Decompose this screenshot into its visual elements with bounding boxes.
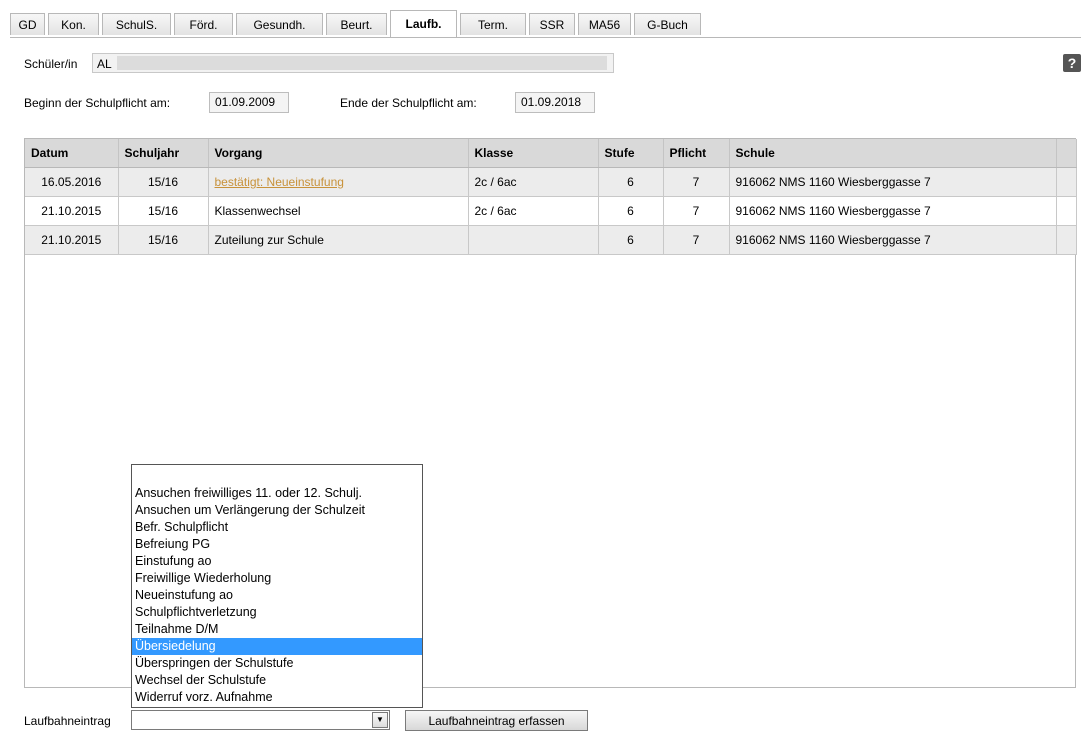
- cell-klasse: [468, 225, 599, 255]
- dropdown-option[interactable]: Befr. Schulpflicht: [132, 519, 422, 536]
- student-name: AL: [97, 57, 112, 71]
- column-header-vorgang[interactable]: Vorgang: [208, 139, 469, 168]
- dropdown-option-highlighted[interactable]: Übersiedelung: [132, 638, 422, 655]
- cell-klasse: 2c / 6ac: [468, 167, 599, 197]
- schulpflicht-end-date: 01.09.2018: [515, 92, 595, 113]
- dropdown-option[interactable]: Einstufung ao: [132, 553, 422, 570]
- cell-datum: 21.10.2015: [25, 225, 119, 255]
- dropdown-option[interactable]: Teilnahme D/M: [132, 621, 422, 638]
- schulpflicht-begin-label: Beginn der Schulpflicht am:: [24, 96, 171, 110]
- cell-datum: 21.10.2015: [25, 196, 119, 226]
- column-header-stufe[interactable]: Stufe: [598, 139, 664, 168]
- student-label: Schüler/in: [24, 57, 78, 71]
- column-header-schuljahr[interactable]: Schuljahr: [118, 139, 209, 168]
- tab-ssr[interactable]: SSR: [529, 13, 575, 35]
- dropdown-option[interactable]: Wechsel der Schulstufe: [132, 672, 422, 689]
- table-row[interactable]: 21.10.2015 15/16 Zuteilung zur Schule 6 …: [25, 225, 1077, 255]
- table-row[interactable]: 21.10.2015 15/16 Klassenwechsel 2c / 6ac…: [25, 196, 1077, 226]
- cell-stufe: 6: [598, 196, 664, 226]
- column-header-schule[interactable]: Schule: [729, 139, 1057, 168]
- tab-bar: GD Kon. SchulS. Förd. Gesundh. Beurt. La…: [10, 10, 1081, 38]
- redacted-mask: [117, 56, 607, 70]
- laufbahneintrag-options-list: Ansuchen freiwilliges 11. oder 12. Schul…: [131, 464, 423, 708]
- student-field: AL: [92, 53, 614, 73]
- dropdown-option[interactable]: Überspringen der Schulstufe: [132, 655, 422, 672]
- laufbahn-table: Datum Schuljahr Vorgang Klasse Stufe Pfl…: [25, 139, 1077, 255]
- dropdown-option[interactable]: Befreiung PG: [132, 536, 422, 553]
- cell-pflicht: 7: [663, 167, 730, 197]
- column-header-pflicht[interactable]: Pflicht: [663, 139, 730, 168]
- cell-pflicht: 7: [663, 196, 730, 226]
- column-header-klasse[interactable]: Klasse: [468, 139, 599, 168]
- column-header-spacer: [1056, 139, 1077, 168]
- tab-gd[interactable]: GD: [10, 13, 45, 35]
- cell-schuljahr: 15/16: [118, 225, 209, 255]
- tab-laufb[interactable]: Laufb.: [390, 10, 457, 37]
- dropdown-option[interactable]: Ansuchen um Verlängerung der Schulzeit: [132, 502, 422, 519]
- schulpflicht-begin-date: 01.09.2009: [209, 92, 289, 113]
- help-icon[interactable]: ?: [1063, 54, 1081, 72]
- dropdown-option[interactable]: Freiwillige Wiederholung: [132, 570, 422, 587]
- tab-gesundh[interactable]: Gesundh.: [236, 13, 323, 35]
- cell-vorgang: Zuteilung zur Schule: [208, 225, 469, 255]
- tab-kon[interactable]: Kon.: [48, 13, 99, 35]
- dropdown-option[interactable]: Widerruf vorz. Aufnahme: [132, 689, 422, 706]
- tab-beurt[interactable]: Beurt.: [326, 13, 387, 35]
- table-header-row: Datum Schuljahr Vorgang Klasse Stufe Pfl…: [25, 139, 1077, 168]
- schulpflicht-end-label: Ende der Schulpflicht am:: [340, 96, 477, 110]
- tab-foerd[interactable]: Förd.: [174, 13, 233, 35]
- cell-schule: 916062 NMS 1160 Wiesberggasse 7: [729, 167, 1057, 197]
- vorgang-link[interactable]: bestätigt: Neueinstufung: [215, 175, 344, 189]
- table-row[interactable]: 16.05.2016 15/16 bestätigt: Neueinstufun…: [25, 167, 1077, 197]
- tab-g-buch[interactable]: G-Buch: [634, 13, 701, 35]
- dropdown-option[interactable]: Ansuchen freiwilliges 11. oder 12. Schul…: [132, 485, 422, 502]
- dropdown-option[interactable]: Neueinstufung ao: [132, 587, 422, 604]
- cell-schuljahr: 15/16: [118, 167, 209, 197]
- dropdown-option[interactable]: Schulpflichtverletzung: [132, 604, 422, 621]
- cell-vorgang: bestätigt: Neueinstufung: [208, 167, 469, 197]
- tab-term[interactable]: Term.: [460, 13, 526, 35]
- cell-klasse: 2c / 6ac: [468, 196, 599, 226]
- cell-schuljahr: 15/16: [118, 196, 209, 226]
- cell-schule: 916062 NMS 1160 Wiesberggasse 7: [729, 196, 1057, 226]
- column-header-datum[interactable]: Datum: [25, 139, 119, 168]
- cell-stufe: 6: [598, 225, 664, 255]
- laufbahneintrag-label: Laufbahneintrag: [24, 714, 111, 728]
- cell-schule: 916062 NMS 1160 Wiesberggasse 7: [729, 225, 1057, 255]
- tab-ma56[interactable]: MA56: [578, 13, 631, 35]
- chevron-down-icon[interactable]: ▼: [372, 712, 388, 728]
- laufbahneintrag-erfassen-button[interactable]: Laufbahneintrag erfassen: [405, 710, 588, 731]
- cell-spacer: [1056, 225, 1077, 255]
- cell-vorgang: Klassenwechsel: [208, 196, 469, 226]
- laufbahneintrag-select[interactable]: ▼: [131, 710, 390, 730]
- tab-schuls[interactable]: SchulS.: [102, 13, 171, 35]
- cell-pflicht: 7: [663, 225, 730, 255]
- cell-datum: 16.05.2016: [25, 167, 119, 197]
- cell-spacer: [1056, 196, 1077, 226]
- cell-spacer: [1056, 167, 1077, 197]
- cell-stufe: 6: [598, 167, 664, 197]
